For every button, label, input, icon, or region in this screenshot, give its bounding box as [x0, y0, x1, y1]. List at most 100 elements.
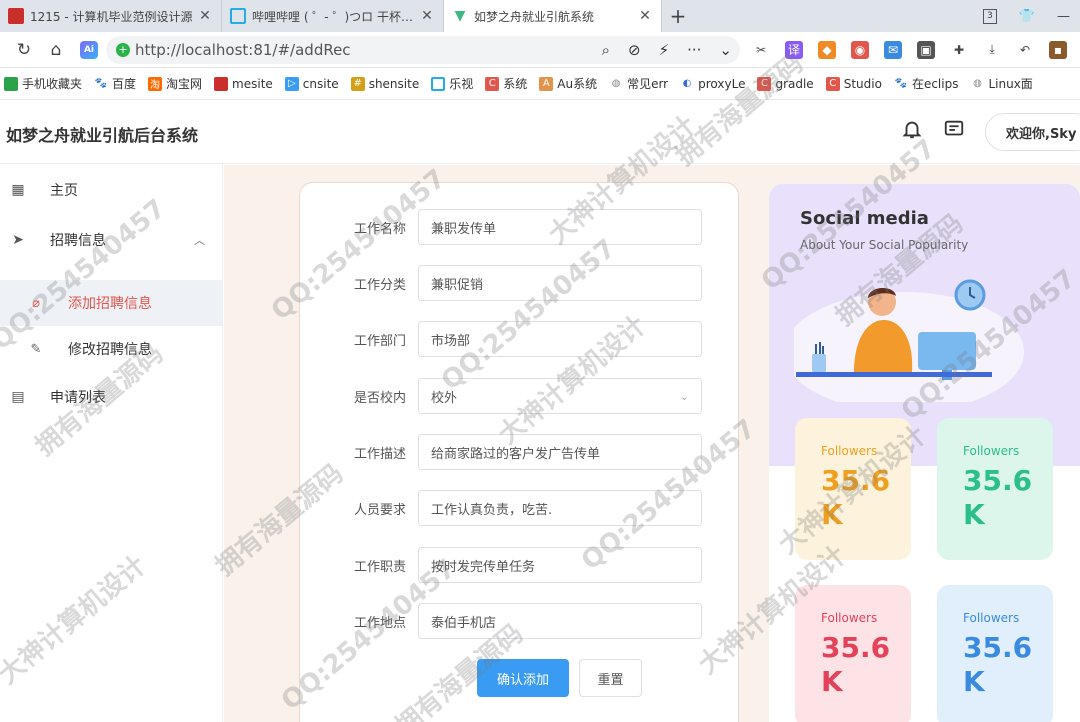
- save-icon: ▤: [11, 389, 25, 405]
- lightning-icon[interactable]: ⚡: [659, 41, 670, 59]
- ai-icon[interactable]: Ai: [80, 40, 98, 59]
- proxy-icon: ◐: [682, 78, 692, 89]
- close-icon[interactable]: ✕: [197, 8, 213, 24]
- bookmark[interactable]: C Studio: [825, 76, 882, 91]
- form-row: 工作职责 按时发完传单任务: [300, 547, 740, 583]
- undo-icon[interactable]: ↶: [1016, 41, 1034, 59]
- puzzle-icon[interactable]: ✚: [950, 41, 968, 59]
- message-icon[interactable]: [941, 116, 967, 142]
- bookmark[interactable]: ▷ cnsite: [284, 76, 339, 91]
- sidebar-item-label: 招聘信息: [50, 233, 106, 249]
- bookmark[interactable]: 🐾 在eclips: [894, 75, 959, 92]
- shirt-icon[interactable]: 👕: [1019, 9, 1035, 24]
- followers-label: Followers: [821, 444, 878, 458]
- mail-icon[interactable]: ✉: [884, 40, 902, 59]
- download-icon[interactable]: ⤓: [983, 41, 1001, 59]
- briefcase-icon[interactable]: ▪: [1049, 40, 1067, 59]
- job-name-input[interactable]: 兼职发传单: [418, 209, 702, 245]
- zoom-icon[interactable]: ⌕: [602, 41, 610, 59]
- tab-counter[interactable]: 3: [982, 8, 997, 24]
- home-icon[interactable]: ⌂: [40, 34, 72, 66]
- scissors-icon[interactable]: ✂: [752, 41, 770, 59]
- sidebar-item-add-recruitment[interactable]: ⌀ 添加招聘信息: [0, 280, 223, 326]
- on-campus-select[interactable]: 校外 ⌄: [418, 378, 702, 414]
- bookmark[interactable]: ◍ Linux面: [970, 75, 1033, 92]
- form-row: 工作部门 市场部: [300, 321, 740, 357]
- field-label: 工作职责: [353, 560, 406, 575]
- chevron-down-icon[interactable]: ⌄: [719, 41, 732, 59]
- close-icon[interactable]: ✕: [419, 8, 435, 24]
- bookmark[interactable]: 淘淘宝网: [148, 75, 202, 92]
- form-row: 人员要求 工作认真负责，吃苦.: [300, 490, 740, 526]
- tv-icon: [431, 76, 446, 91]
- bookmark[interactable]: # shensite: [350, 76, 419, 91]
- reload-icon[interactable]: ↻: [8, 34, 40, 66]
- minimize-icon[interactable]: —: [1057, 9, 1070, 24]
- sidebar-item-home[interactable]: ▦ 主页: [0, 165, 223, 215]
- box-icon[interactable]: ▣: [917, 40, 935, 59]
- requirements-input[interactable]: 工作认真负责，吃苦.: [418, 490, 702, 526]
- location-input[interactable]: 泰伯手机店: [418, 603, 702, 639]
- field-label: 工作描述: [353, 447, 406, 462]
- more-icon[interactable]: ···: [687, 41, 701, 59]
- followers-value: 35.6K: [963, 464, 1033, 531]
- edit-icon: ✎: [30, 341, 42, 357]
- eye-icon[interactable]: ◉: [851, 40, 869, 59]
- app-header: 如梦之舟就业引航后台系统 欢迎你,Sky: [0, 100, 1080, 164]
- c-icon: C: [757, 76, 772, 91]
- bell-icon[interactable]: [899, 116, 925, 142]
- bookmark[interactable]: A Au系统: [539, 75, 597, 92]
- followers-value: 35.6K: [821, 631, 891, 698]
- bookmark[interactable]: C 系统: [485, 75, 527, 92]
- extensions-row: ✂ 译 ◆ ◉ ✉ ▣ ✚ ⤓ ↶ ▪: [752, 40, 1067, 59]
- paw-icon: 🐾: [894, 78, 908, 89]
- address-bar-row: ↻ ⌂ Ai + http://localhost:81/#/addRec ⌕ …: [0, 32, 1080, 68]
- new-tab-button[interactable]: +: [662, 0, 694, 32]
- job-category-input[interactable]: 兼职促销: [418, 265, 702, 301]
- au-icon: A: [539, 76, 554, 91]
- url-text: http://localhost:81/#/addRec: [135, 40, 351, 59]
- followers-label: Followers: [963, 444, 1020, 458]
- sidebar-item-applications[interactable]: ▤ 申请列表: [0, 372, 223, 422]
- field-label: 工作名称: [353, 222, 406, 237]
- translate-icon[interactable]: 译: [785, 40, 803, 59]
- phone-icon: [4, 76, 18, 91]
- reset-button[interactable]: 重置: [579, 659, 642, 697]
- field-label: 人员要求: [353, 503, 406, 518]
- bookmark[interactable]: ◍ 常见err: [609, 75, 668, 92]
- followers-card: Followers 35.6K: [937, 418, 1053, 560]
- browser-tab-2[interactable]: 哔哩哔哩 ( ゜- ゜)つロ 干杯~-b ✕: [222, 0, 444, 32]
- submit-button[interactable]: 确认添加: [477, 659, 569, 697]
- job-description-input[interactable]: 给商家路过的客户发广告传单: [418, 434, 702, 470]
- grid-icon: ▦: [11, 182, 25, 198]
- followers-value: 35.6K: [963, 631, 1033, 698]
- compass-icon[interactable]: ⊘: [628, 41, 641, 59]
- bookmark[interactable]: ◐ proxyLe: [680, 77, 746, 91]
- field-label: 工作部门: [353, 334, 406, 349]
- responsibilities-input[interactable]: 按时发完传单任务: [418, 547, 702, 583]
- bookmark[interactable]: 手机收藏夹: [4, 75, 82, 92]
- followers-value: 35.6K: [821, 464, 891, 531]
- close-icon[interactable]: ✕: [637, 8, 653, 24]
- social-title: Social media: [800, 208, 929, 229]
- social-subtitle: About Your Social Popularity: [800, 238, 969, 252]
- bookmark[interactable]: 乐视: [431, 75, 473, 92]
- sidebar-item-label: 添加招聘信息: [68, 296, 152, 312]
- job-department-input[interactable]: 市场部: [418, 321, 702, 357]
- browser-tab-3[interactable]: ▼ 如梦之舟就业引航系统 ✕: [444, 0, 662, 32]
- sidebar-item-edit-recruitment[interactable]: ✎ 修改招聘信息: [0, 326, 223, 372]
- followers-card: Followers 35.6K: [795, 418, 911, 560]
- bookmark[interactable]: Cgradle: [757, 76, 814, 91]
- secure-icon: +: [116, 42, 130, 57]
- welcome-user[interactable]: 欢迎你,Sky: [985, 113, 1080, 151]
- sidebar-item-recruitment[interactable]: ➤ 招聘信息 ︿: [0, 215, 223, 265]
- social-media-card: Social media About Your Social Popularit…: [769, 184, 1080, 722]
- game-icon[interactable]: ◆: [818, 40, 836, 59]
- url-field[interactable]: + http://localhost:81/#/addRec ⌕ ⊘ ⚡ ···…: [106, 35, 740, 64]
- bookmark[interactable]: 🐾 百度: [94, 75, 136, 92]
- bookmark[interactable]: mesite: [214, 76, 273, 91]
- bookmarks-bar: 手机收藏夹 🐾 百度 淘淘宝网 mesite ▷ cnsite # shensite …: [0, 68, 1080, 100]
- browser-tab-1[interactable]: 1215 - 计算机毕业范例设计源 ✕: [0, 0, 222, 32]
- flag-icon: [214, 76, 229, 91]
- sidebar-item-label: 修改招聘信息: [68, 342, 152, 358]
